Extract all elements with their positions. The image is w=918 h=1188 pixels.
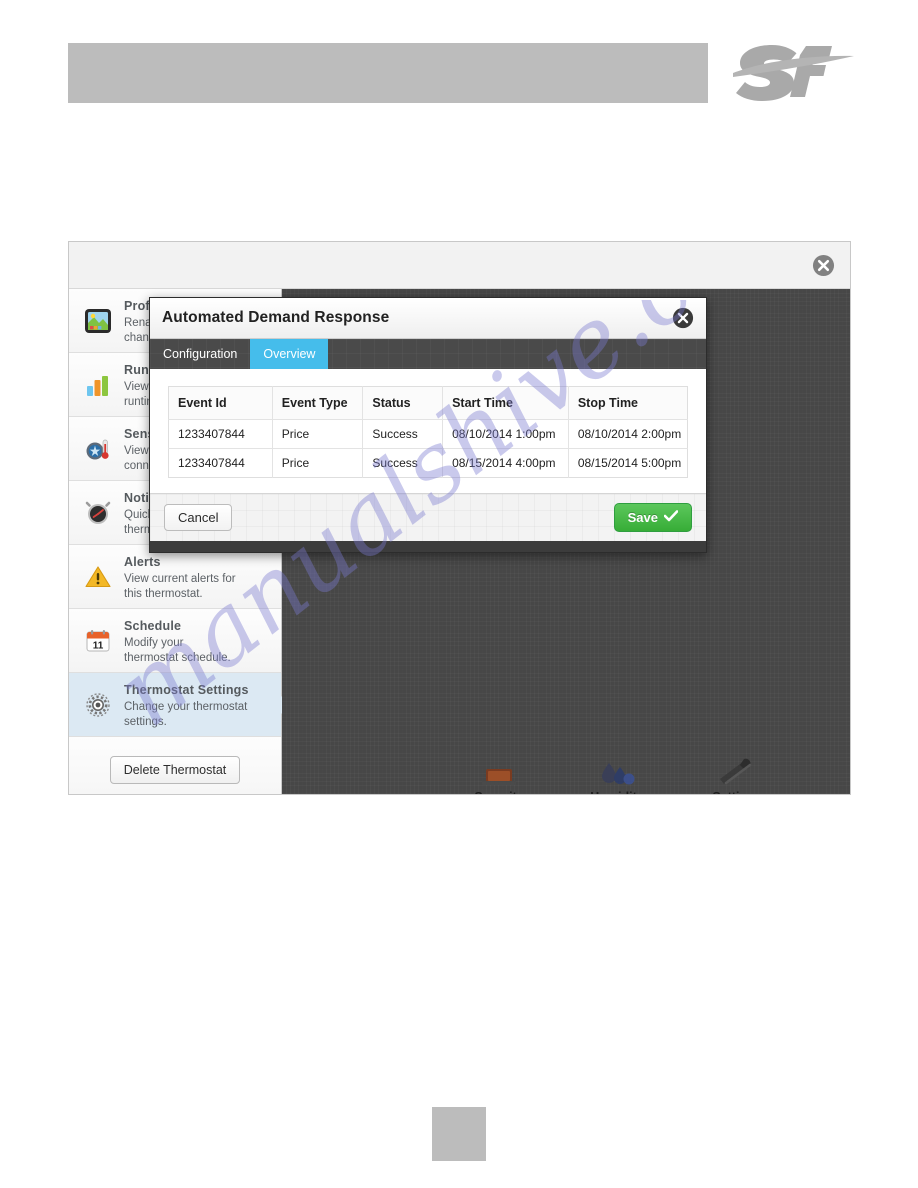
column-header-event-id: Event Id — [168, 386, 273, 420]
cell-start-time: 08/10/2014 1:00pm — [442, 419, 569, 449]
sidebar-item-desc-line1: Modify your — [124, 637, 184, 650]
bar-chart-icon — [83, 370, 113, 400]
cell-stop-time: 08/10/2014 2:00pm — [568, 419, 688, 449]
sidebar-item-thermostat-settings[interactable]: Thermostat Settings Change your thermost… — [69, 673, 291, 737]
table-header-row: Event Id Event Type Status Start Time St… — [168, 386, 688, 420]
modal-footer: Cancel Save — [150, 493, 706, 541]
sidebar-item-desc-line2: settings. — [124, 715, 167, 728]
tile-label: Humidity — [590, 790, 643, 794]
warning-triangle-icon — [83, 562, 113, 592]
thermostat-photo-icon — [83, 306, 113, 336]
column-header-event-type: Event Type — [272, 386, 364, 420]
close-icon[interactable] — [672, 307, 694, 329]
gear-icon — [83, 690, 113, 720]
document-header-bar — [68, 43, 708, 103]
column-header-stop-time: Stop Time — [568, 386, 688, 420]
sidebar-item-desc-line1: View current alerts for — [124, 573, 236, 586]
alarm-clock-icon — [83, 498, 113, 528]
tile-settings[interactable]: Settings — [682, 749, 792, 794]
cell-start-time: 08/15/2014 4:00pm — [442, 448, 569, 478]
tile-humidity[interactable]: Humidity — [562, 749, 672, 794]
save-button-label: Save — [627, 510, 658, 525]
cancel-button[interactable]: Cancel — [164, 504, 233, 531]
thermometer-gauge-icon — [83, 434, 113, 464]
cell-status: Success — [362, 448, 444, 478]
cell-event-type: Price — [272, 448, 364, 478]
tab-overview[interactable]: Overview — [250, 339, 329, 369]
check-icon — [663, 510, 679, 525]
sidebar-item-desc-line2: this thermostat. — [124, 587, 203, 600]
automated-demand-response-modal: Automated Demand Response Configuration … — [149, 297, 707, 553]
sidebar-item-title: Thermostat Settings — [124, 683, 249, 698]
tab-configuration[interactable]: Configuration — [150, 339, 250, 369]
modal-title: Automated Demand Response — [162, 309, 390, 326]
modal-tabbar: Configuration Overview — [150, 339, 706, 369]
delete-thermostat-row: Delete Thermostat — [69, 737, 281, 794]
cell-status: Success — [362, 419, 444, 449]
tile-label: Security — [474, 790, 523, 794]
humidity-drop-icon — [562, 749, 672, 787]
panel-toolbar — [69, 242, 850, 289]
column-header-status: Status — [362, 386, 444, 420]
cell-event-id: 1233407844 — [168, 419, 273, 449]
column-header-start-time: Start Time — [442, 386, 569, 420]
sidebar-item-desc-line1: Change your thermostat — [124, 701, 248, 714]
sidebar-item-title: Alerts — [124, 555, 161, 570]
sf-logo — [728, 33, 858, 103]
modal-titlebar: Automated Demand Response — [150, 298, 706, 339]
security-lock-icon — [444, 749, 554, 787]
tile-security[interactable]: Security — [444, 749, 554, 794]
cell-event-type: Price — [272, 419, 364, 449]
modal-body: Event Id Event Type Status Start Time St… — [150, 369, 706, 493]
close-icon[interactable] — [812, 254, 835, 277]
cell-event-id: 1233407844 — [168, 448, 273, 478]
tools-icon — [682, 749, 792, 787]
sidebar-item-title: Schedule — [124, 619, 182, 634]
sidebar-item-alerts[interactable]: Alerts View current alerts for this ther… — [69, 545, 281, 609]
page-number-marker — [432, 1107, 486, 1161]
cell-stop-time: 08/15/2014 5:00pm — [577, 456, 682, 470]
thermostat-app-panel: Profile Rename your thermostat or change… — [68, 241, 851, 795]
demand-response-event-table: Event Id Event Type Status Start Time St… — [168, 386, 688, 478]
sidebar-item-desc-line2: thermostat schedule. — [124, 651, 231, 664]
calendar-icon: 11 — [83, 626, 113, 656]
calendar-day-number: 11 — [93, 640, 104, 651]
save-button[interactable]: Save — [613, 503, 692, 532]
table-row[interactable]: 1233407844 Price Success 08/10/2014 1:00… — [168, 419, 688, 449]
sidebar-item-schedule[interactable]: 11 Schedule Modify your thermostat sched… — [69, 609, 281, 673]
table-row[interactable]: 1233407844 Price Success 08/15/2014 4:00… — [168, 448, 688, 478]
tile-label: Settings — [712, 790, 761, 794]
delete-thermostat-button[interactable]: Delete Thermostat — [109, 755, 241, 784]
